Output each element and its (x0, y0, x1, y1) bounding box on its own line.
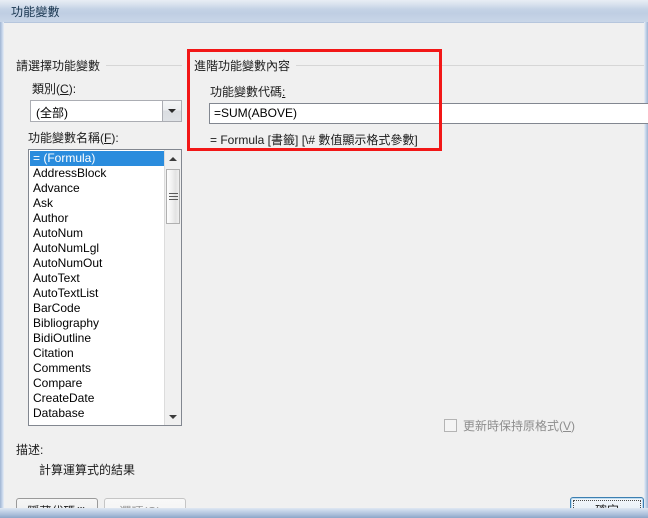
arrow-down-icon (169, 414, 177, 419)
list-item[interactable]: Bibliography (30, 316, 164, 331)
list-item[interactable]: Advance (30, 181, 164, 196)
field-code-label-text: 功能變數代碼 (210, 85, 283, 99)
scrollbar-grip-icon (169, 192, 178, 201)
list-item[interactable]: Database (30, 406, 164, 421)
field-code-syntax-hint: = Formula [書籤] [\# 數值顯示格式參數] (210, 133, 418, 147)
preserve-formatting-label-text: 更新時保持原格式 (463, 419, 560, 433)
field-names-label-mnemonic: F (104, 131, 112, 145)
list-item[interactable]: Author (30, 211, 164, 226)
category-combobox-value: (全部) (36, 106, 68, 120)
category-label-mnemonic: C (60, 82, 69, 96)
preserve-formatting-label-mnemonic: V (563, 419, 572, 433)
list-item[interactable]: AutoNumLgl (30, 241, 164, 256)
list-item[interactable]: AddressBlock (30, 166, 164, 181)
category-combobox[interactable]: (全部) (30, 100, 182, 122)
field-names-list: = (Formula) AddressBlock Advance Ask Author A… (30, 151, 164, 421)
scrollbar-thumb[interactable] (166, 169, 180, 224)
list-item[interactable]: AutoTextList (30, 286, 164, 301)
field-code-label-suffix: : (282, 85, 286, 99)
chevron-down-icon (168, 109, 176, 113)
category-label: 類別(C): (32, 82, 77, 96)
category-label-text: 類別 (32, 82, 57, 96)
field-code-label: 功能變數代碼: (210, 83, 285, 100)
field-code-input-value: =SUM(ABOVE) (214, 106, 298, 120)
field-names-label: 功能變數名稱(F): (28, 131, 119, 145)
group-advanced-properties-caption: 進階功能變數內容 (194, 57, 297, 74)
window-border-bottom (0, 508, 648, 518)
preserve-formatting-checkbox-label: 更新時保持原格式(V) (463, 419, 576, 433)
scrollbar-down-button[interactable] (165, 408, 181, 425)
field-dialog-window: 功能變數 請選擇功能變數 進階功能變數內容 類別(C): (全部) 功能變數名稱… (0, 0, 648, 518)
field-names-label-text: 功能變數名稱 (28, 131, 101, 145)
window-border-right (644, 22, 648, 518)
title-bar: 功能變數 (0, 0, 648, 22)
list-item[interactable]: BidiOutline (30, 331, 164, 346)
list-item[interactable]: = (Formula) (30, 151, 164, 166)
scrollbar-up-button[interactable] (165, 150, 181, 167)
field-names-scrollbar[interactable] (164, 150, 181, 425)
list-item[interactable]: Ask (30, 196, 164, 211)
list-item[interactable]: AutoNum (30, 226, 164, 241)
dialog-client-area: 請選擇功能變數 進階功能變數內容 類別(C): (全部) 功能變數名稱(F): … (4, 22, 648, 518)
arrow-up-icon (169, 156, 177, 161)
field-names-listbox[interactable]: = (Formula) AddressBlock Advance Ask Author A… (28, 149, 182, 426)
list-item[interactable]: BarCode (30, 301, 164, 316)
description-label: 描述: (16, 443, 44, 457)
description-value: 計算運算式的結果 (39, 463, 136, 477)
window-title: 功能變數 (11, 5, 60, 19)
category-label-suffix: : (72, 82, 77, 96)
list-item[interactable]: Citation (30, 346, 164, 361)
list-item[interactable]: Compare (30, 376, 164, 391)
preserve-formatting-checkbox-box[interactable] (444, 419, 457, 432)
list-item[interactable]: Comments (30, 361, 164, 376)
field-code-input[interactable]: =SUM(ABOVE) (209, 103, 648, 124)
group-select-field-caption: 請選擇功能變數 (16, 57, 107, 74)
list-item[interactable]: AutoText (30, 271, 164, 286)
list-item[interactable]: CreateDate (30, 391, 164, 406)
category-combobox-dropdown-button[interactable] (162, 101, 181, 121)
list-item[interactable]: AutoNumOut (30, 256, 164, 271)
field-names-label-suffix: : (115, 131, 119, 145)
